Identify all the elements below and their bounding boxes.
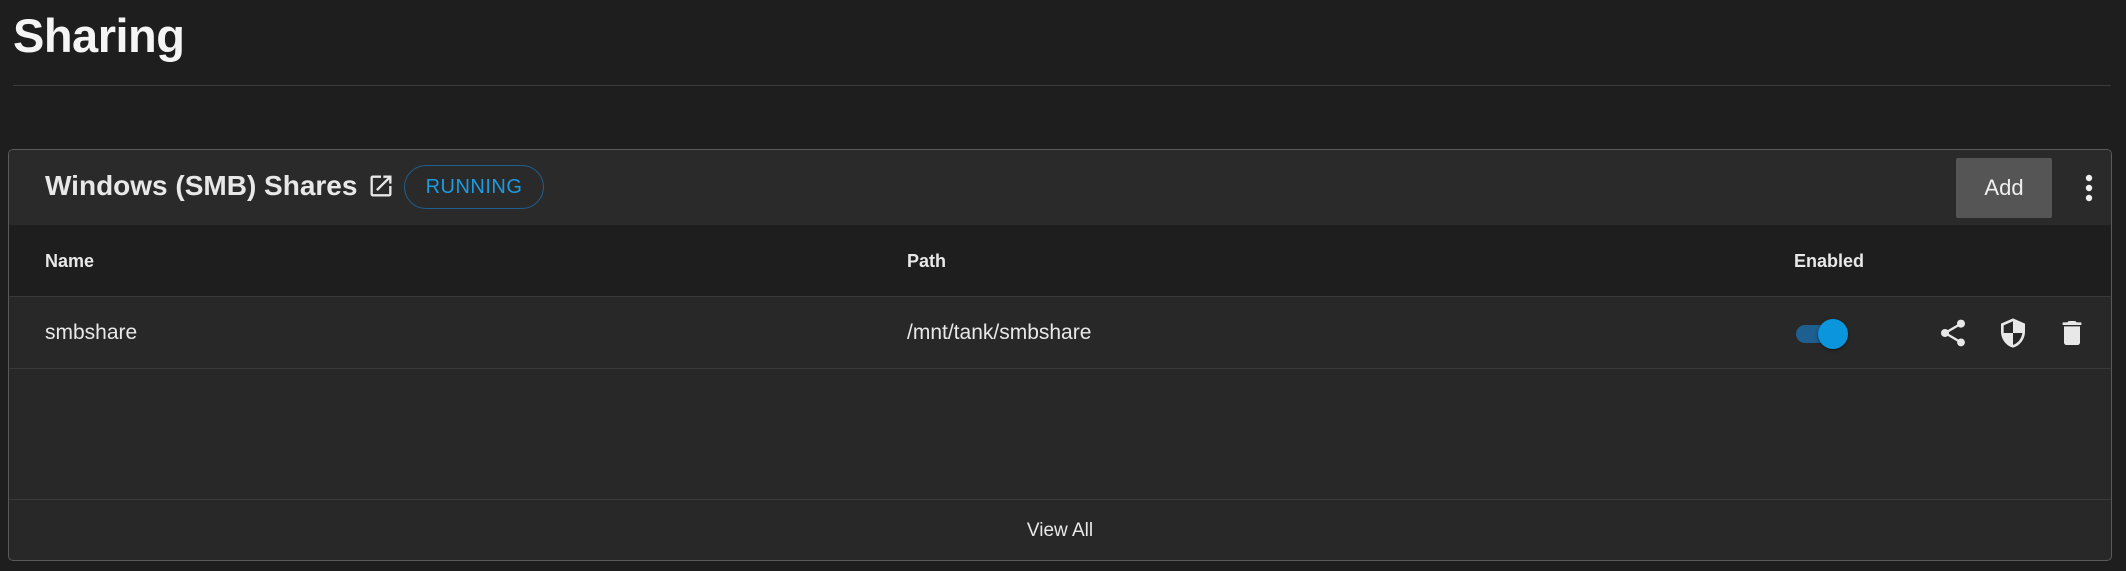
open-in-new-icon[interactable] [367,172,395,200]
enabled-toggle[interactable] [1794,317,1850,349]
card-footer: View All [9,499,2111,560]
table-row[interactable]: smbshare /mnt/tank/smbshare [9,297,2111,369]
view-all-link[interactable]: View All [1027,520,1093,542]
column-header-enabled[interactable]: Enabled [1794,251,1864,272]
shield-icon[interactable] [1997,317,2029,349]
page-title: Sharing [13,9,185,62]
status-badge: RUNNING [404,165,544,209]
card-title-link[interactable]: Windows (SMB) Shares [45,170,395,202]
share-name: smbshare [45,321,138,344]
delete-icon[interactable] [2056,317,2088,349]
more-vertical-icon[interactable] [2077,170,2101,206]
column-header-path[interactable]: Path [907,251,946,272]
add-button[interactable]: Add [1956,158,2052,218]
smb-shares-card: Windows (SMB) Shares RUNNING Add Name Pa… [8,149,2112,561]
card-header: Windows (SMB) Shares RUNNING Add [9,150,2111,225]
column-header-name[interactable]: Name [45,251,94,272]
page-header: Sharing [13,0,2111,86]
share-icon[interactable] [1937,317,1969,349]
share-path: /mnt/tank/smbshare [907,321,1092,344]
card-title: Windows (SMB) Shares [45,170,358,201]
table-header: Name Path Enabled [9,225,2111,297]
toggle-knob [1818,319,1848,349]
